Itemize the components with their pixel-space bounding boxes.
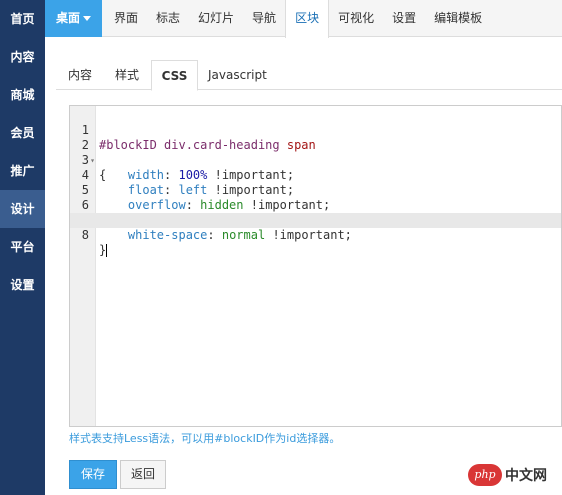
back-button[interactable]: 返回 — [120, 460, 166, 489]
code-line: 2 ▾ { — [70, 123, 561, 182]
code-text: } — [99, 243, 108, 257]
sidebar-item-members[interactable]: 会员 — [0, 114, 45, 152]
code-line: 7 white-space: normal !important; — [70, 198, 561, 242]
subtabs: 内容 样式 CSS Javascript — [56, 60, 562, 91]
watermark-text: 中文网 — [505, 468, 547, 484]
code-line: 1 #blockID div.card-heading span — [70, 108, 561, 152]
tab-edit-template[interactable]: 编辑模板 — [425, 0, 491, 37]
code-text: white-space: normal !important; — [127, 228, 352, 242]
subtab-style[interactable]: 样式 — [115, 60, 139, 90]
subtab-content[interactable]: 内容 — [68, 60, 92, 90]
code-line: 6 text-overflow: ellipsis !important; — [70, 183, 561, 227]
sidebar-item-settings[interactable]: 设置 — [0, 266, 45, 304]
php-cn-watermark: php 中文网 — [468, 462, 558, 488]
code-line: 5 overflow: hidden !important; — [70, 168, 561, 212]
code-line: 8 } — [70, 213, 561, 257]
desktop-dropdown[interactable]: 桌面 — [45, 0, 102, 37]
code-line: 4 float: left !important; — [70, 153, 561, 197]
sidebar-item-design[interactable]: 设计 — [0, 190, 45, 228]
tab-settings[interactable]: 设置 — [383, 0, 425, 37]
subtab-javascript[interactable]: Javascript — [208, 60, 267, 90]
tab-navigation[interactable]: 导航 — [243, 0, 285, 37]
tab-blocks[interactable]: 区块 — [285, 0, 330, 38]
save-button[interactable]: 保存 — [69, 460, 117, 489]
sidebar-item-promotion[interactable]: 推广 — [0, 152, 45, 190]
sidebar-item-platform[interactable]: 平台 — [0, 228, 45, 266]
sidebar-item-shop[interactable]: 商城 — [0, 76, 45, 114]
sidebar-item-home[interactable]: 首页 — [0, 0, 45, 38]
php-logo-icon: php — [468, 464, 502, 486]
sidebar-item-content[interactable]: 内容 — [0, 38, 45, 76]
text-cursor — [106, 244, 108, 257]
sidebar: 首页 内容 商城 会员 推广 设计 平台 设置 — [0, 0, 45, 495]
nav-tabs: 界面 标志 幻灯片 导航 区块 可视化 设置 编辑模板 — [105, 0, 491, 38]
subtab-css[interactable]: CSS — [151, 60, 198, 91]
top-nav: 桌面 界面 标志 幻灯片 导航 区块 可视化 设置 编辑模板 — [45, 0, 562, 38]
tab-visual[interactable]: 可视化 — [329, 0, 383, 37]
less-syntax-hint: 样式表支持Less语法，可以用#blockID作为id选择器。 — [69, 432, 341, 445]
tab-logo[interactable]: 标志 — [147, 0, 189, 37]
line-number: 8 — [81, 228, 89, 242]
desktop-dropdown-label: 桌面 — [56, 11, 81, 25]
css-code-editor[interactable]: 1 #blockID div.card-heading span 2 ▾ { 3… — [69, 105, 562, 427]
chevron-down-icon — [83, 16, 92, 21]
tab-interface[interactable]: 界面 — [105, 0, 147, 37]
code-line: 3 width: 100% !important; — [70, 138, 561, 182]
tab-slides[interactable]: 幻灯片 — [189, 0, 243, 37]
